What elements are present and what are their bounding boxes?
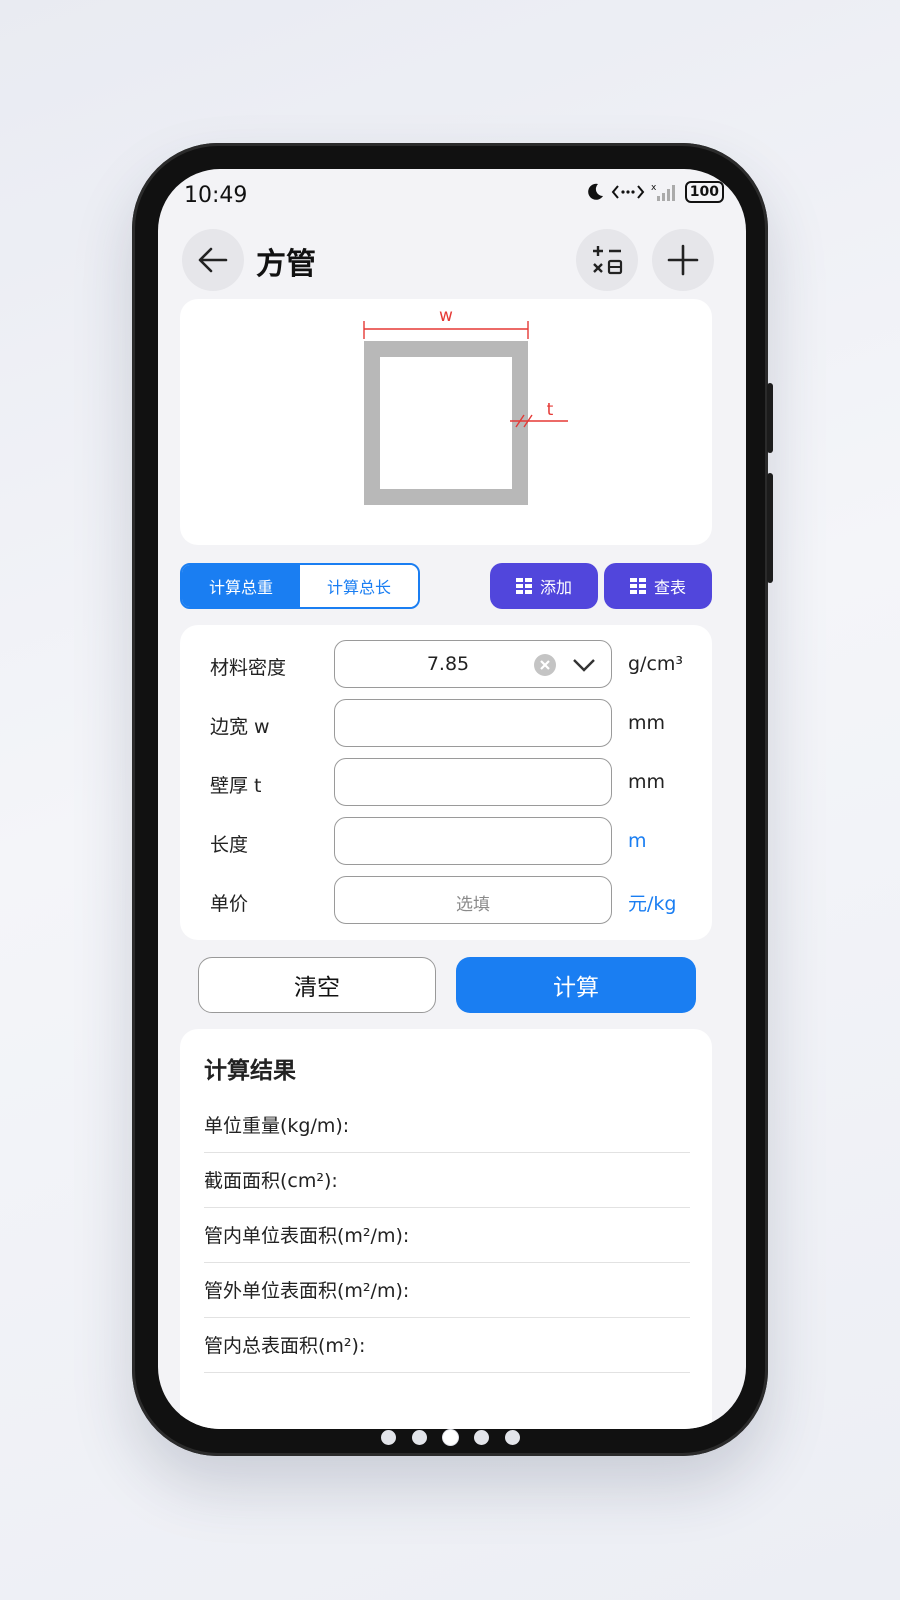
svg-text:x: x (651, 183, 657, 193)
plus-icon (667, 244, 699, 276)
page-dot[interactable] (411, 1430, 427, 1445)
density-value: 7.85 (426, 653, 470, 675)
width-input[interactable] (334, 699, 612, 747)
add-material-button[interactable]: 添加 (490, 563, 598, 609)
thickness-row: 壁厚 t mm (180, 758, 712, 808)
price-label: 单价 (210, 893, 249, 915)
input-form: 材料密度 7.85 g/cm³ 边宽 w mm 壁厚 t mm 长度 m 单价 … (180, 625, 712, 940)
add-material-label: 添加 (539, 578, 572, 597)
result-row: 单位重量(kg/m): (204, 1097, 690, 1153)
width-dimension-label: w (439, 306, 453, 326)
clear-icon[interactable] (533, 653, 557, 677)
density-select[interactable]: 7.85 (334, 640, 612, 688)
width-unit: mm (628, 712, 666, 734)
result-section-area: 截面面积(cm²): (204, 1170, 338, 1192)
result-unit-weight: 单位重量(kg/m): (204, 1115, 350, 1137)
tab-total-weight[interactable]: 计算总重 (182, 565, 300, 607)
width-row: 边宽 w mm (180, 699, 712, 749)
result-inner-total-surface: 管内总表面积(m²): (204, 1335, 366, 1357)
price-row: 单价 选填 元/kg (180, 876, 712, 926)
power-button (767, 473, 773, 583)
result-row: 管外单位表面积(m²/m): (204, 1262, 690, 1318)
result-row: 管内总表面积(m²): (204, 1317, 690, 1373)
page-title: 方管 (256, 247, 316, 282)
result-outer-unit-surface: 管外单位表面积(m²/m): (204, 1280, 410, 1302)
thickness-label: 壁厚 t (210, 775, 262, 797)
clear-button[interactable]: 清空 (198, 957, 436, 1013)
price-placeholder: 选填 (456, 895, 490, 915)
length-input[interactable] (334, 817, 612, 865)
tab-total-length[interactable]: 计算总长 (300, 565, 418, 607)
result-inner-unit-surface: 管内单位表面积(m²/m): (204, 1225, 410, 1247)
page-indicator (0, 1430, 900, 1445)
chevron-down-icon[interactable] (571, 654, 597, 676)
status-time: 10:49 (184, 183, 248, 208)
screen: 10:49 x 100 方管 w t 计算总重 计算总长 添加 查表 材料密度 … (158, 169, 746, 1429)
battery-indicator: 100 (684, 181, 724, 203)
moon-icon (587, 183, 603, 200)
page-dot[interactable] (380, 1430, 396, 1445)
add-button[interactable] (652, 229, 714, 291)
status-icons: x 100 (585, 181, 724, 203)
length-label: 长度 (210, 834, 249, 856)
length-row: 长度 m (180, 817, 712, 867)
app-bar: 方管 (158, 225, 746, 295)
result-row: 截面面积(cm²): (204, 1152, 690, 1208)
thickness-unit: mm (628, 771, 666, 793)
thickness-dimension-label: t (547, 400, 554, 420)
calculate-button[interactable]: 计算 (456, 957, 696, 1013)
lookup-table-button[interactable]: 查表 (604, 563, 712, 609)
lookup-table-label: 查表 (653, 578, 686, 597)
phone-frame: 10:49 x 100 方管 w t 计算总重 计算总长 添加 查表 材料密度 … (132, 143, 773, 1456)
price-input[interactable]: 选填 (334, 876, 612, 924)
density-label: 材料密度 (210, 657, 287, 679)
status-bar: 10:49 x 100 (158, 169, 746, 219)
page-dot[interactable] (473, 1430, 489, 1445)
mode-tabs: 计算总重 计算总长 (180, 563, 420, 609)
price-unit-selector[interactable]: 元/kg (628, 889, 676, 916)
page-dot-active[interactable] (442, 1430, 458, 1445)
signal-icon: x (651, 183, 675, 201)
length-unit-selector[interactable]: m (628, 830, 647, 852)
density-unit: g/cm³ (628, 653, 684, 675)
cross-section-diagram: w t (180, 299, 712, 545)
volume-button (767, 383, 773, 453)
calculator-button[interactable] (576, 229, 638, 291)
density-row: 材料密度 7.85 g/cm³ (180, 640, 712, 690)
data-transfer-icon (611, 185, 645, 199)
grid-icon (515, 578, 532, 594)
results-title: 计算结果 (204, 1058, 296, 1084)
results-card: 计算结果 单位重量(kg/m): 截面面积(cm²): 管内单位表面积(m²/m… (180, 1029, 712, 1429)
result-row: 管内单位表面积(m²/m): (204, 1207, 690, 1263)
calculator-icon (593, 246, 623, 275)
width-label: 边宽 w (210, 716, 270, 738)
grid-icon (629, 578, 646, 594)
square-tube-diagram: w t (363, 306, 568, 505)
page-dot[interactable] (504, 1430, 520, 1445)
arrow-left-icon (198, 247, 228, 273)
thickness-input[interactable] (334, 758, 612, 806)
back-button[interactable] (182, 229, 244, 291)
